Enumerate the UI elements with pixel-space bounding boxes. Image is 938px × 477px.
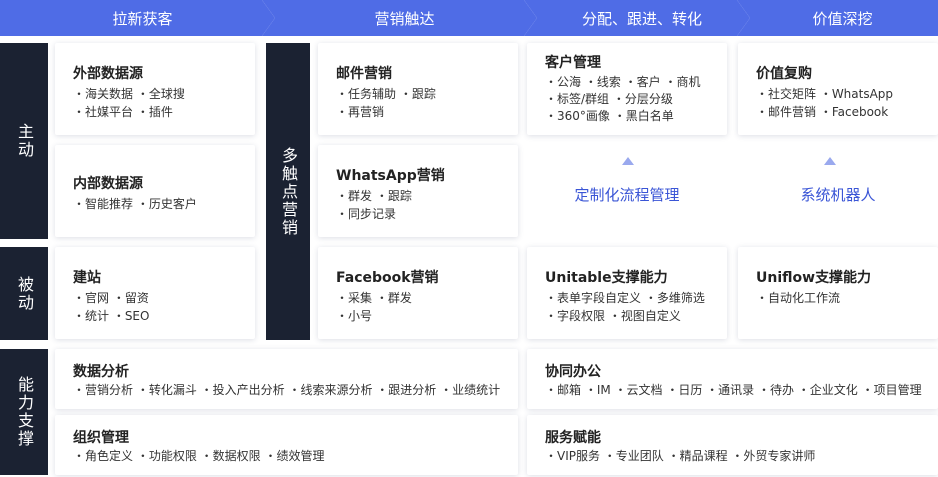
card-title: Facebook营销 <box>336 270 439 286</box>
card-site: 建站 ・官网 ・留资 ・统计 ・SEO <box>55 247 255 339</box>
card-line: ・统计 ・SEO <box>73 309 150 323</box>
side-capability: 能力支撑 <box>0 349 48 475</box>
card-line: ・小号 <box>336 309 373 323</box>
card-title: 价值复购 <box>756 66 812 82</box>
card-title: 服务赋能 <box>545 430 601 446</box>
card-line: ・社媒平台 ・插件 <box>73 105 173 119</box>
card-title: WhatsApp营销 <box>336 168 445 184</box>
card-collaboration: 协同办公 ・邮箱 ・IM ・云文档 ・日历 ・通讯录 ・待办 ・企业文化 ・项目… <box>527 349 938 409</box>
card-line: ・字段权限 ・视图自定义 <box>545 309 681 323</box>
card-line: ・同步记录 <box>336 207 397 221</box>
card-value-repurchase: 价值复购 ・社交矩阵 ・WhatsApp ・邮件营销 ・Facebook <box>738 43 938 135</box>
card-line: ・营销分析 ・转化漏斗 ・投入产出分析 ・线索来源分析 ・跟进分析 ・业绩统计 <box>73 383 501 397</box>
card-title: 内部数据源 <box>73 176 143 192</box>
side-active: 主动 <box>0 43 48 239</box>
card-line: ・邮件营销 ・Facebook <box>756 105 889 119</box>
card-title: 数据分析 <box>73 364 129 380</box>
stage-label: 价值深挖 <box>812 9 873 28</box>
side-label: 多触点营销 <box>279 146 298 237</box>
card-title: 组织管理 <box>73 430 129 446</box>
card-title: 建站 <box>73 270 101 286</box>
card-title: Uniflow支撑能力 <box>756 270 872 286</box>
stage-label: 营销触达 <box>374 9 435 28</box>
card-internal-data: 内部数据源 ・智能推荐 ・历史客户 <box>55 145 255 237</box>
card-customer-management: 客户管理 ・公海 ・线索 ・客户 ・商机 ・标签/群组 ・分层分级 ・360°画… <box>527 43 727 135</box>
card-whatsapp-marketing: WhatsApp营销 ・群发 ・跟踪 ・同步记录 <box>318 145 518 237</box>
up-arrow-icon <box>622 157 634 165</box>
card-data-analysis: 数据分析 ・营销分析 ・转化漏斗 ・投入产出分析 ・线索来源分析 ・跟进分析 ・… <box>55 349 518 409</box>
stage-value: 价值深挖 <box>737 0 938 36</box>
card-line: ・VIP服务 ・专业团队 ・精品课程 ・外贸专家讲师 <box>545 449 816 463</box>
side-multi-touch: 多触点营销 <box>266 43 310 340</box>
stage-reach: 营销触达 <box>262 0 537 36</box>
card-title: 外部数据源 <box>73 66 143 82</box>
card-line: ・任务辅助 ・跟踪 <box>336 87 436 101</box>
card-line: ・表单字段自定义 ・多维筛选 <box>545 291 705 305</box>
stage-acquire: 拉新获客 <box>0 0 275 36</box>
card-line: ・群发 ・跟踪 <box>336 189 412 203</box>
custom-flow-label: 定制化流程管理 <box>574 186 680 204</box>
card-facebook-marketing: Facebook营销 ・采集 ・群发 ・小号 <box>318 247 518 339</box>
side-label: 主动 <box>15 123 34 159</box>
card-line: ・自动化工作流 <box>756 291 841 305</box>
card-line: ・公海 ・线索 ・客户 ・商机 <box>545 75 701 89</box>
card-title: 客户管理 <box>545 55 601 71</box>
card-uniflow: Uniflow支撑能力 ・自动化工作流 <box>738 247 938 339</box>
card-org-management: 组织管理 ・角色定义 ・功能权限 ・数据权限 ・绩效管理 <box>55 415 518 475</box>
card-line: ・官网 ・留资 <box>73 291 149 305</box>
card-external-data: 外部数据源 ・海关数据 ・全球搜 ・社媒平台 ・插件 <box>55 43 255 135</box>
card-title: 协同办公 <box>545 364 601 380</box>
card-line: ・智能推荐 ・历史客户 <box>73 197 197 211</box>
card-email-marketing: 邮件营销 ・任务辅助 ・跟踪 ・再营销 <box>318 43 518 135</box>
side-label: 被动 <box>15 275 34 312</box>
card-unitable: Unitable支撑能力 ・表单字段自定义 ・多维筛选 ・字段权限 ・视图自定义 <box>527 247 727 339</box>
stage-convert: 分配、跟进、转化 <box>524 0 750 36</box>
card-line: ・邮箱 ・IM ・云文档 ・日历 ・通讯录 ・待办 ・企业文化 ・项目管理 <box>545 383 922 397</box>
card-line: ・360°画像 ・黑白名单 <box>545 109 674 123</box>
card-line: ・标签/群组 ・分层分级 <box>545 92 673 106</box>
stage-label: 拉新获客 <box>112 9 173 28</box>
card-service: 服务赋能 ・VIP服务 ・专业团队 ・精品课程 ・外贸专家讲师 <box>527 415 938 475</box>
card-title: 邮件营销 <box>336 66 392 82</box>
side-passive: 被动 <box>0 247 48 340</box>
card-title: Unitable支撑能力 <box>545 270 668 286</box>
card-line: ・采集 ・群发 <box>336 291 412 305</box>
card-line: ・社交矩阵 ・WhatsApp <box>756 87 894 101</box>
stage-label: 分配、跟进、转化 <box>581 9 702 28</box>
card-line: ・角色定义 ・功能权限 ・数据权限 ・绩效管理 <box>73 449 325 463</box>
side-label: 能力支撑 <box>15 376 34 448</box>
system-robot-label: 系统机器人 <box>800 186 876 204</box>
card-line: ・海关数据 ・全球搜 <box>73 87 185 101</box>
up-arrow-icon <box>824 157 836 165</box>
card-line: ・再营销 <box>336 105 385 119</box>
